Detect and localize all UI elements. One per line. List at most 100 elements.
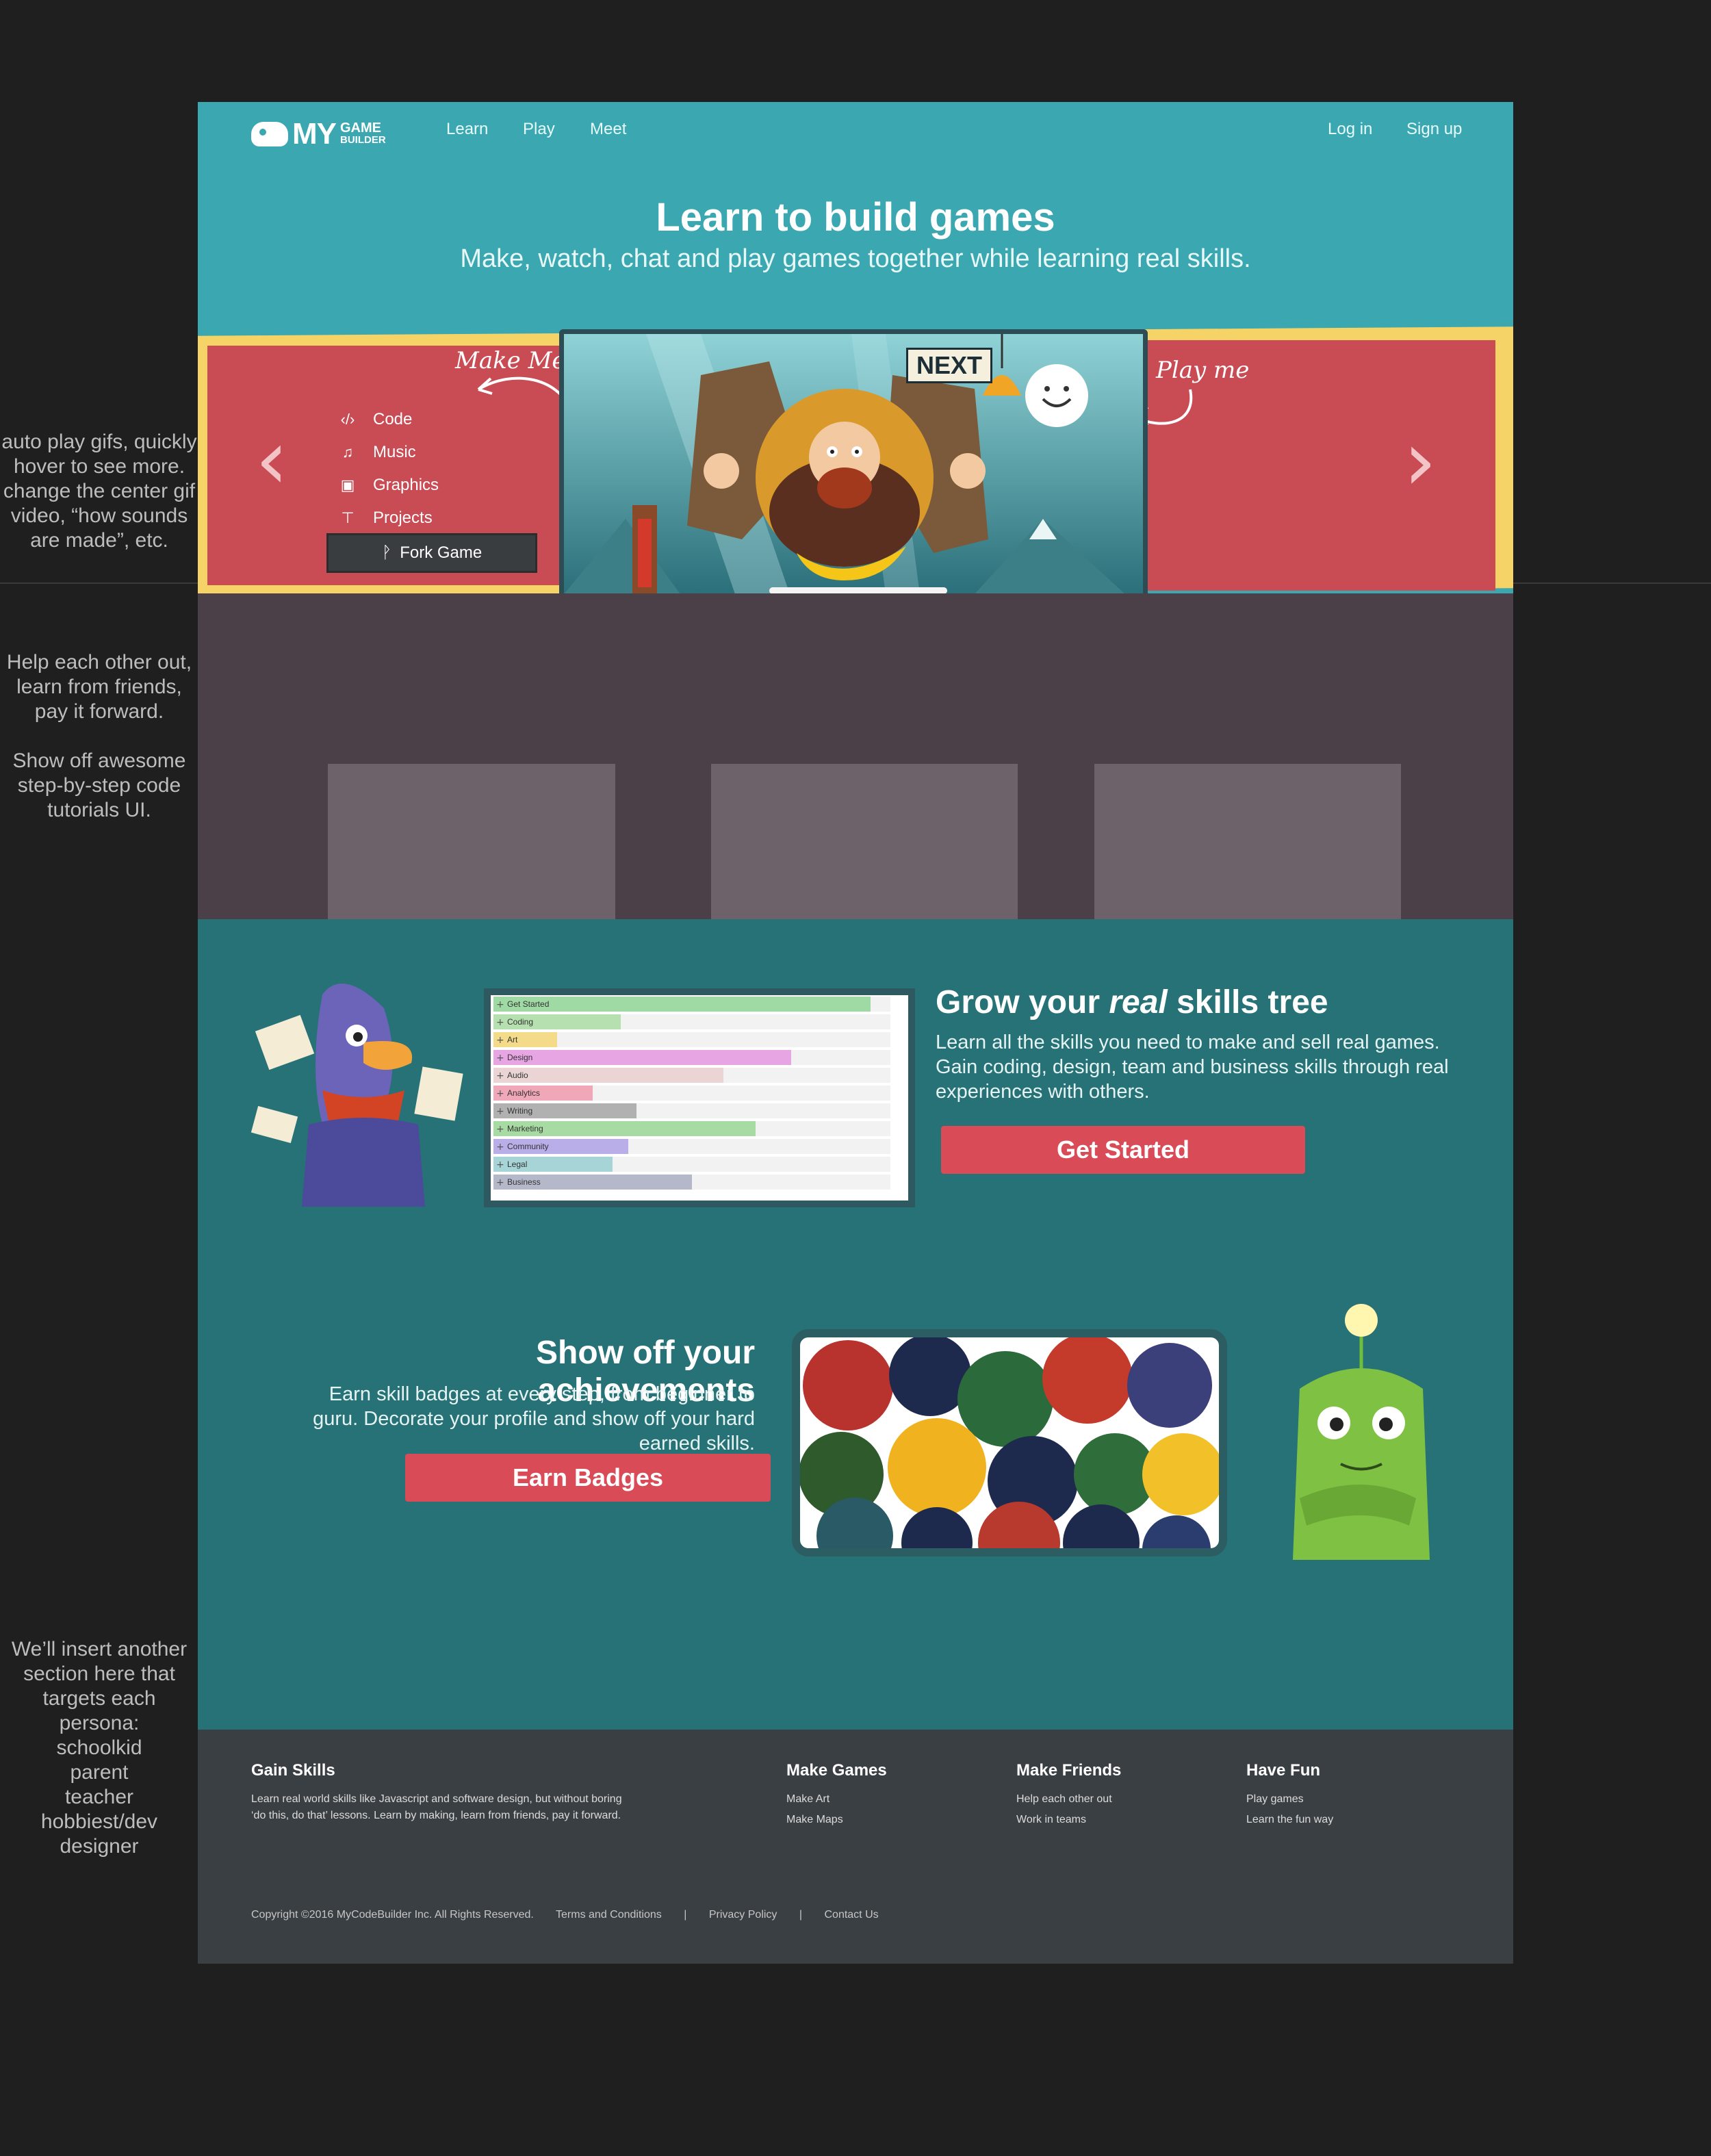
- expand-plus-icon[interactable]: +: [496, 999, 504, 1010]
- footer-link-make-art[interactable]: Make Art: [786, 1791, 829, 1808]
- top-nav: MY GAME BUILDER Learn Play Meet Log in S…: [198, 102, 1513, 159]
- annotation-persona-line: designer: [60, 1835, 139, 1858]
- nav-link-play[interactable]: Play: [523, 120, 555, 139]
- contact-link[interactable]: Contact Us: [824, 1909, 878, 1921]
- annotation-persona-line: hobbiest/dev: [40, 1810, 158, 1833]
- game-scene-illustration: [564, 334, 1143, 594]
- logo-my: MY: [292, 117, 337, 151]
- footer-link-play-games[interactable]: Play games: [1246, 1791, 1304, 1808]
- game-video-player[interactable]: NEXT: [559, 329, 1148, 599]
- skill-label: Art: [507, 1035, 518, 1044]
- expand-plus-icon[interactable]: +: [496, 1177, 504, 1188]
- code-icon: ‹/›: [340, 411, 355, 428]
- expand-plus-icon[interactable]: +: [496, 1088, 504, 1099]
- skills-title-start: Grow your: [936, 984, 1109, 1021]
- sitemap-icon: ⊤: [341, 509, 355, 526]
- music-icon: ♫: [342, 444, 354, 461]
- skill-label: Legal: [507, 1159, 527, 1169]
- expand-plus-icon[interactable]: +: [496, 1053, 504, 1064]
- chevron-right-icon[interactable]: ›: [1404, 421, 1437, 503]
- login-link[interactable]: Log in: [1328, 120, 1372, 139]
- menu-item-label: Code: [373, 410, 413, 428]
- skill-label: Community: [507, 1142, 549, 1151]
- expand-plus-icon[interactable]: +: [496, 1142, 504, 1153]
- skill-label: Design: [507, 1053, 532, 1062]
- hero-section: MY GAME BUILDER Learn Play Meet Log in S…: [198, 102, 1513, 599]
- expand-plus-icon[interactable]: +: [496, 1124, 504, 1135]
- skills-tree-panel: + Get Started + Coding + Art + Design + Audio + Ana…: [484, 988, 915, 1207]
- footer-heading-have-fun: Have Fun: [1246, 1761, 1321, 1780]
- terms-link[interactable]: Terms and Conditions: [556, 1909, 662, 1921]
- annotation-persona-line: We’ll insert another section here that t…: [11, 1638, 188, 1734]
- menu-item-label: Projects: [373, 509, 433, 527]
- bird-character-illustration: [250, 984, 463, 1207]
- nav-link-meet[interactable]: Meet: [590, 120, 626, 139]
- skills-description: Learn all the skills you need to make an…: [936, 1031, 1449, 1103]
- footer-legal: Copyright ©2016 MyCodeBuilder Inc. All R…: [251, 1909, 898, 1921]
- earn-badges-button[interactable]: Earn Badges: [405, 1454, 771, 1502]
- privacy-link[interactable]: Privacy Policy: [709, 1909, 777, 1921]
- nav-link-learn[interactable]: Learn: [446, 120, 488, 139]
- separator: |: [799, 1909, 803, 1921]
- skill-label: Analytics: [507, 1088, 540, 1098]
- skills-title: Grow your real skills tree: [936, 984, 1328, 1021]
- skill-label: Audio: [507, 1070, 528, 1080]
- fork-icon: ᚹ: [381, 543, 392, 562]
- logo-text: GAME BUILDER: [340, 120, 386, 146]
- footer-link-work-in-teams[interactable]: Work in teams: [1016, 1812, 1086, 1828]
- skill-label: Get Started: [507, 999, 549, 1009]
- achievements-description: Earn skill badges at every step, from be…: [313, 1383, 755, 1454]
- annotation-persona-line: teacher: [64, 1786, 134, 1808]
- hero-subtitle: Make, watch, chat and play games togethe…: [460, 244, 1251, 273]
- fork-game-button[interactable]: ᚹ Fork Game: [326, 533, 537, 573]
- menu-item-projects[interactable]: ⊤ Projects: [337, 502, 439, 535]
- expand-plus-icon[interactable]: +: [496, 1035, 504, 1046]
- fork-game-label: Fork Game: [400, 543, 483, 562]
- menu-item-music[interactable]: ♫ Music: [337, 436, 439, 469]
- skill-label: Marketing: [507, 1124, 543, 1133]
- badges-collage: [792, 1329, 1227, 1556]
- footer-heading-make-games: Make Games: [786, 1761, 887, 1780]
- skill-label: Coding: [507, 1017, 533, 1027]
- expand-plus-icon[interactable]: +: [496, 1070, 504, 1081]
- logo[interactable]: MY GAME BUILDER: [251, 117, 386, 151]
- footer-heading-gain-skills: Gain Skills: [251, 1761, 335, 1780]
- footer-link-learn-fun-way[interactable]: Learn the fun way: [1246, 1812, 1333, 1828]
- skill-bar[interactable]: [493, 1050, 791, 1065]
- expand-plus-icon[interactable]: +: [496, 1017, 504, 1028]
- expand-plus-icon[interactable]: +: [496, 1159, 504, 1170]
- expand-plus-icon[interactable]: +: [496, 1106, 504, 1117]
- skill-badges-illustration: [800, 1337, 1219, 1548]
- annotation-persona-line: schoolkid: [56, 1736, 142, 1759]
- skill-bar[interactable]: [493, 997, 871, 1012]
- skill-label: Writing: [507, 1106, 532, 1116]
- annotation-persona-line: parent: [70, 1761, 129, 1784]
- hero-title: Learn to build games: [656, 195, 1055, 240]
- footer-link-make-maps[interactable]: Make Maps: [786, 1812, 843, 1828]
- footer-link-help-each-other[interactable]: Help each other out: [1016, 1791, 1112, 1808]
- green-character-illustration: [1293, 1304, 1430, 1560]
- logo-builder: BUILDER: [340, 134, 386, 146]
- game-menu: ‹/› Code ♫ Music ▣ Graphics ⊤ Projects: [337, 403, 439, 535]
- skills-title-emphasis: real: [1109, 984, 1168, 1021]
- skill-label: Business: [507, 1177, 541, 1187]
- image-icon: ▣: [340, 476, 355, 493]
- signup-link[interactable]: Sign up: [1406, 120, 1462, 139]
- menu-item-graphics[interactable]: ▣ Graphics: [337, 469, 439, 502]
- footer-text-gain-skills: Learn real world skills like Javascript …: [251, 1793, 622, 1821]
- copyright-text: Copyright ©2016 MyCodeBuilder Inc. All R…: [251, 1909, 534, 1921]
- chevron-left-icon[interactable]: ‹: [255, 420, 288, 502]
- logo-game: GAME: [340, 120, 381, 136]
- annotation-help: Help each other out, learn from friends,…: [6, 651, 192, 723]
- page-mockup: MY GAME BUILDER Learn Play Meet Log in S…: [198, 102, 1513, 1964]
- skills-bars: + Get Started+ Coding+ Art+ Design+ Audio+ Ana…: [493, 997, 890, 1190]
- get-started-button[interactable]: Get Started: [941, 1126, 1305, 1174]
- annotation-autoplay: auto play gifs, quickly hover to see mor…: [1, 431, 197, 552]
- annotation-persona: We’ll insert another section here that t…: [0, 1637, 198, 1859]
- play-me-note: Play me: [1156, 357, 1250, 384]
- next-badge[interactable]: NEXT: [906, 348, 993, 383]
- menu-item-code[interactable]: ‹/› Code: [337, 403, 439, 436]
- menu-item-label: Music: [373, 443, 416, 461]
- annotation-tutorials: Show off awesome step-by-step code tutor…: [12, 749, 186, 821]
- menu-item-label: Graphics: [373, 476, 439, 494]
